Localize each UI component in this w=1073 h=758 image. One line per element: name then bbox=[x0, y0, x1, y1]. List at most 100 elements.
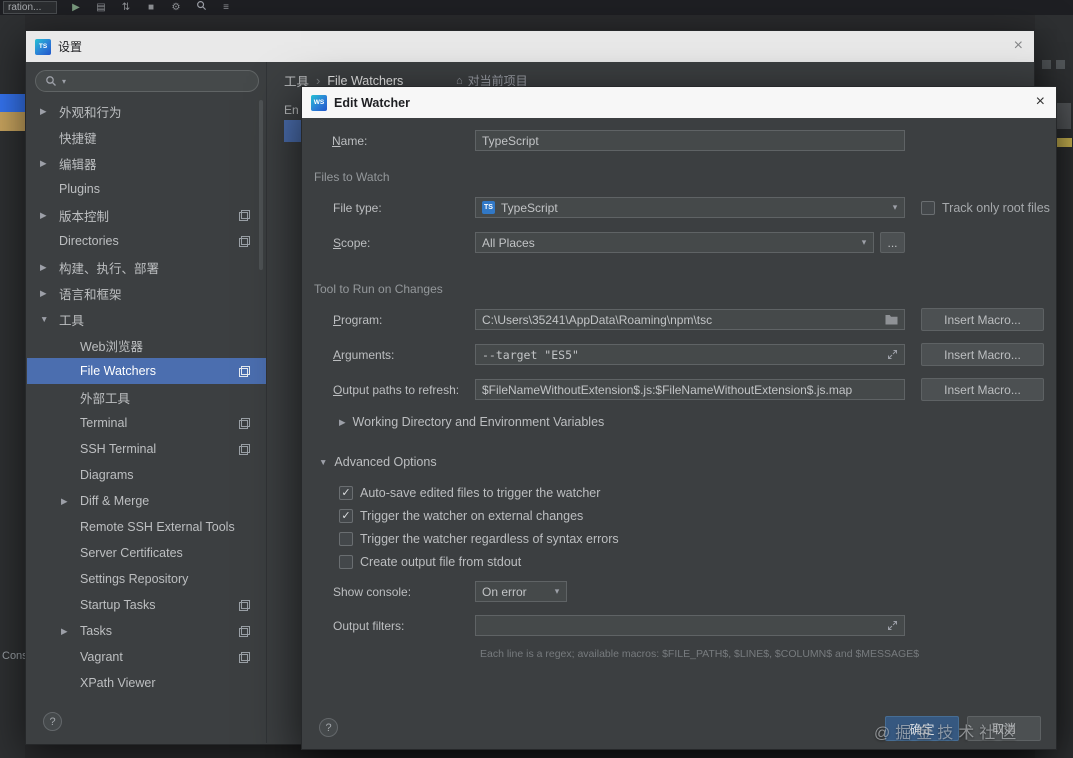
file-type-select[interactable]: TS TypeScript ▾ bbox=[475, 197, 905, 218]
sidebar-item-ssh-terminal[interactable]: SSH Terminal bbox=[27, 436, 266, 462]
scope-select[interactable]: All Places ▾ bbox=[475, 232, 874, 253]
search-icon[interactable] bbox=[195, 0, 207, 15]
chevron-right-icon[interactable]: ▶ bbox=[40, 210, 59, 221]
sidebar-item-settings-repository[interactable]: Settings Repository bbox=[27, 566, 266, 592]
scope-more-button[interactable]: ... bbox=[880, 232, 905, 253]
option-label: Auto-save edited files to trigger the wa… bbox=[360, 486, 601, 500]
edit-watcher-title: Edit Watcher bbox=[334, 95, 410, 110]
checkbox-icon[interactable]: ✓ bbox=[339, 509, 353, 523]
show-console-select[interactable]: On error ▾ bbox=[475, 581, 567, 602]
output-filters-input-field[interactable] bbox=[482, 618, 881, 633]
chevron-right-icon[interactable]: ▶ bbox=[40, 106, 59, 117]
output-filters-input[interactable] bbox=[475, 615, 905, 636]
option-checkbox-row[interactable]: Create output file from stdout bbox=[339, 554, 521, 570]
sync-icon[interactable]: ⇅ bbox=[120, 1, 132, 14]
sidebar-item-external-tools[interactable]: 外部工具 bbox=[27, 384, 266, 410]
sidebar-item-startup-tasks[interactable]: Startup Tasks bbox=[27, 592, 266, 618]
sidebar-item-label: Remote SSH External Tools bbox=[80, 520, 235, 534]
settings-gear-icon[interactable]: ⚙ bbox=[170, 1, 182, 14]
settings-search-input[interactable] bbox=[71, 74, 249, 88]
checkbox-icon[interactable] bbox=[921, 201, 935, 215]
sidebar-item-label: Diff & Merge bbox=[80, 494, 150, 508]
option-checkbox-row[interactable]: Trigger the watcher regardless of syntax… bbox=[339, 531, 619, 547]
chevron-right-icon[interactable]: ▶ bbox=[61, 626, 80, 637]
advanced-options-label: Advanced Options bbox=[334, 455, 437, 469]
folder-icon[interactable] bbox=[885, 314, 898, 325]
checkbox-icon[interactable] bbox=[339, 555, 353, 569]
option-checkbox-row[interactable]: ✓ Trigger the watcher on external changes bbox=[339, 508, 583, 524]
sidebar-item-file-watchers[interactable]: File Watchers bbox=[27, 358, 266, 384]
name-input-field[interactable] bbox=[482, 133, 898, 148]
checkbox-icon[interactable] bbox=[339, 532, 353, 546]
sidebar-item-label: 编辑器 bbox=[59, 157, 97, 172]
option-label: Trigger the watcher regardless of syntax… bbox=[360, 532, 619, 546]
help-button[interactable]: ? bbox=[319, 718, 338, 737]
compare-icon[interactable]: ≡ bbox=[220, 1, 232, 14]
insert-macro-button-program[interactable]: Insert Macro... bbox=[921, 308, 1044, 331]
chevron-right-icon[interactable]: ▶ bbox=[40, 288, 59, 299]
program-input[interactable] bbox=[475, 309, 905, 330]
run-configuration-selector[interactable]: ration... bbox=[3, 1, 57, 14]
sidebar-item-tasks[interactable]: ▶ Tasks bbox=[27, 618, 266, 644]
project-selection-tan bbox=[0, 112, 25, 131]
track-root-files-checkbox[interactable]: Track only root files bbox=[921, 200, 1050, 216]
expand-icon[interactable] bbox=[887, 620, 898, 631]
sidebar-item-editor[interactable]: ▶ 编辑器 bbox=[27, 150, 266, 176]
sidebar-item-appearance[interactable]: ▶ 外观和行为 bbox=[27, 98, 266, 124]
sidebar-item-remote-ssh-external-tools[interactable]: Remote SSH External Tools bbox=[27, 514, 266, 540]
file-type-value: TypeScript bbox=[501, 200, 558, 215]
ok-button[interactable]: 确定 bbox=[885, 716, 959, 741]
sidebar-item-directories[interactable]: Directories bbox=[27, 228, 266, 254]
arguments-input[interactable] bbox=[475, 344, 905, 365]
sidebar-item-web-browsers[interactable]: Web浏览器 bbox=[27, 332, 266, 358]
sidebar-item-label: SSH Terminal bbox=[80, 442, 157, 456]
expand-icon[interactable] bbox=[887, 349, 898, 360]
sidebar-item-label: 外观和行为 bbox=[59, 105, 122, 120]
sidebar-item-languages[interactable]: ▶ 语言和框架 bbox=[27, 280, 266, 306]
checkbox-icon[interactable]: ✓ bbox=[339, 486, 353, 500]
sidebar-item-label: 版本控制 bbox=[59, 209, 110, 224]
sidebar-item-plugins[interactable]: Plugins bbox=[27, 176, 266, 202]
chevron-right-icon[interactable]: ▶ bbox=[40, 262, 59, 273]
insert-macro-button-arguments[interactable]: Insert Macro... bbox=[921, 343, 1044, 366]
cancel-button[interactable]: 取消 bbox=[967, 716, 1041, 741]
coverage-icon[interactable]: ▤ bbox=[95, 1, 107, 14]
sidebar-item-label: Server Certificates bbox=[80, 546, 183, 560]
chevron-right-icon[interactable]: ▶ bbox=[40, 158, 59, 169]
close-icon[interactable]: × bbox=[1014, 37, 1023, 55]
arguments-input-field[interactable] bbox=[482, 347, 881, 362]
chevron-right-icon[interactable]: ▶ bbox=[61, 496, 80, 507]
working-directory-toggle[interactable]: ▶ Working Directory and Environment Vari… bbox=[339, 415, 604, 429]
close-icon[interactable]: × bbox=[1036, 93, 1045, 111]
sidebar-item-build[interactable]: ▶ 构建、执行、部署 bbox=[27, 254, 266, 280]
sidebar-item-tools[interactable]: ▼ 工具 bbox=[27, 306, 266, 332]
sidebar-item-diagrams[interactable]: Diagrams bbox=[27, 462, 266, 488]
settings-search-box[interactable]: ▾ bbox=[35, 70, 259, 92]
sidebar-item-terminal[interactable]: Terminal bbox=[27, 410, 266, 436]
sidebar-item-server-certificates[interactable]: Server Certificates bbox=[27, 540, 266, 566]
help-button[interactable]: ? bbox=[43, 712, 62, 731]
run-icon[interactable]: ▶ bbox=[70, 1, 82, 14]
name-input[interactable] bbox=[475, 130, 905, 151]
sidebar-item-xpath-viewer[interactable]: XPath Viewer bbox=[27, 670, 266, 696]
sidebar-item-diff-merge[interactable]: ▶ Diff & Merge bbox=[27, 488, 266, 514]
chevron-down-icon[interactable]: ▼ bbox=[40, 314, 59, 324]
sidebar-item-vagrant[interactable]: Vagrant bbox=[27, 644, 266, 670]
output-paths-input-field[interactable] bbox=[482, 382, 898, 397]
program-input-field[interactable] bbox=[482, 312, 879, 327]
console-tool-button[interactable]: Cons bbox=[2, 650, 25, 662]
scope-label: Scope: bbox=[333, 236, 371, 250]
sidebar-item-label: 工具 bbox=[59, 313, 85, 328]
sidebar-item-keymap[interactable]: 快捷键 bbox=[27, 124, 266, 150]
project-level-badge-icon bbox=[239, 210, 250, 221]
sidebar-scrollbar-thumb[interactable] bbox=[259, 100, 263, 270]
sidebar-item-vcs[interactable]: ▶ 版本控制 bbox=[27, 202, 266, 228]
sidebar-item-label: Tasks bbox=[80, 624, 112, 638]
insert-macro-button-output-paths[interactable]: Insert Macro... bbox=[921, 378, 1044, 401]
option-checkbox-row[interactable]: ✓ Auto-save edited files to trigger the w… bbox=[339, 485, 600, 501]
stop-icon[interactable]: ■ bbox=[145, 1, 157, 14]
advanced-options-toggle[interactable]: ▼ Advanced Options bbox=[319, 455, 437, 469]
watchers-table-selected-row-fragment bbox=[284, 120, 302, 142]
output-paths-input[interactable] bbox=[475, 379, 905, 400]
project-level-badge-icon bbox=[239, 652, 250, 663]
